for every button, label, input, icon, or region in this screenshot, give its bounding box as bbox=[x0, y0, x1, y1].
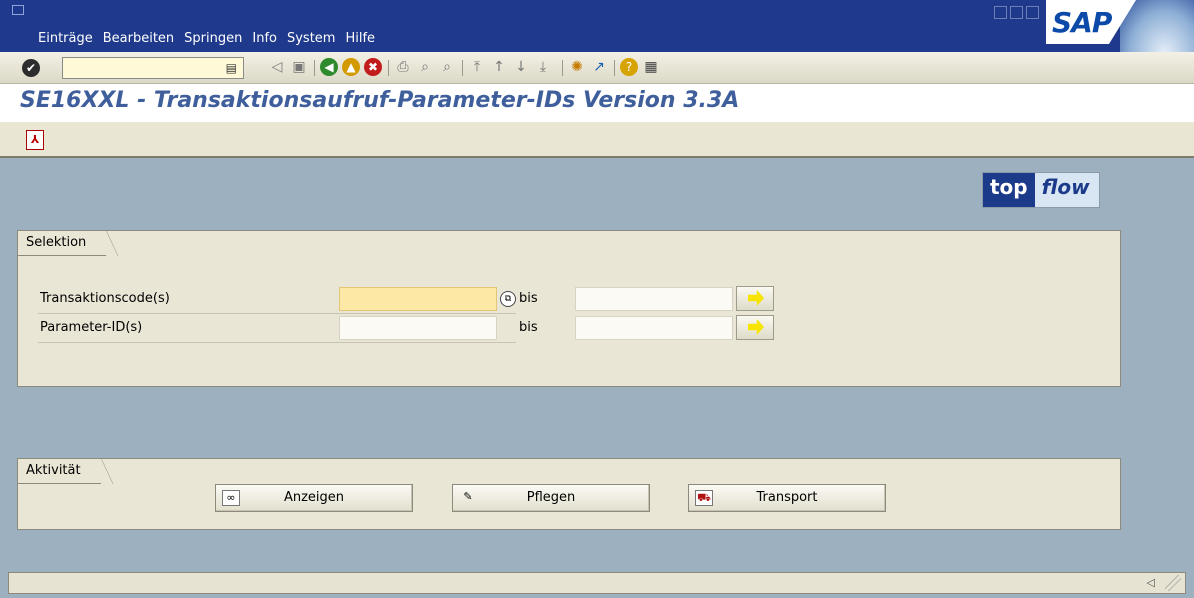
menu-hilfe[interactable]: Hilfe bbox=[345, 31, 375, 46]
toolbar-separator bbox=[614, 60, 615, 76]
menu-system[interactable]: System bbox=[287, 31, 335, 46]
menu-bearbeiten[interactable]: Bearbeiten bbox=[103, 31, 174, 46]
transaction-code-to-input[interactable] bbox=[576, 288, 732, 310]
menu-list: Einträge Bearbeiten Springen Info System… bbox=[38, 31, 385, 46]
arrow-right-icon bbox=[748, 319, 764, 335]
value-help-icon[interactable]: ⧉ bbox=[500, 291, 516, 307]
minimize-icon[interactable] bbox=[994, 6, 1007, 19]
status-expand-icon[interactable]: ◁ bbox=[1147, 576, 1155, 589]
selection-group: Selektion Transaktionscode(s) ⧉ bis Para… bbox=[17, 230, 1121, 387]
toolbar-group-6: ? ▦ bbox=[620, 58, 660, 76]
back-arrow-icon[interactable]: ◁ bbox=[268, 58, 286, 76]
pdf-icon[interactable]: ⅄ bbox=[26, 130, 44, 150]
parameter-id-bis-label: bis bbox=[519, 320, 538, 335]
activity-group-title: Aktivität bbox=[17, 458, 113, 484]
layout-icon[interactable]: ▦ bbox=[642, 58, 660, 76]
next-page-icon[interactable]: ↓ bbox=[512, 58, 530, 76]
page-title: SE16XXL - Transaktionsaufruf-Parameter-I… bbox=[20, 88, 740, 113]
cancel-icon[interactable]: ✖ bbox=[364, 58, 382, 76]
parameter-id-from-field[interactable] bbox=[339, 316, 497, 340]
first-page-icon[interactable]: ⤒ bbox=[468, 58, 486, 76]
window-controls bbox=[994, 6, 1039, 19]
command-field[interactable]: ▤ bbox=[62, 57, 244, 79]
menu-bar: Einträge Bearbeiten Springen Info System… bbox=[0, 0, 1194, 52]
topflow-logo: top flow bbox=[982, 172, 1100, 208]
application-toolbar: ⅄ bbox=[0, 122, 1194, 158]
enter-icon[interactable]: ✔ bbox=[22, 59, 40, 77]
find-next-icon[interactable]: ⌕ bbox=[438, 58, 456, 76]
save-icon[interactable]: ▣ bbox=[290, 58, 308, 76]
transaction-code-from-field[interactable] bbox=[339, 287, 497, 311]
parameter-id-label: Parameter-ID(s) bbox=[40, 320, 143, 335]
transaction-code-multiple-selection-button[interactable] bbox=[736, 286, 774, 311]
toolbar-group-3: ⎙ ⌕ ⌕ bbox=[394, 58, 456, 76]
transaction-code-to-field[interactable] bbox=[575, 287, 733, 311]
title-bar: SE16XXL - Transaktionsaufruf-Parameter-I… bbox=[0, 84, 1194, 122]
topflow-logo-flow: flow bbox=[1034, 173, 1099, 207]
maintain-button-label: Pflegen bbox=[526, 490, 576, 505]
resize-grip-icon[interactable] bbox=[1165, 575, 1181, 591]
toolbar-group-4: ⤒ ↑ ↓ ⤓ bbox=[468, 58, 552, 76]
parameter-id-to-input[interactable] bbox=[576, 317, 732, 339]
new-session-icon[interactable]: ✺ bbox=[568, 58, 586, 76]
toolbar-group-1: ◁ ▣ bbox=[268, 58, 308, 76]
display-button-label: Anzeigen bbox=[283, 490, 345, 505]
parameter-id-to-field[interactable] bbox=[575, 316, 733, 340]
menu-info[interactable]: Info bbox=[252, 31, 277, 46]
transport-button[interactable]: ⛟ Transport bbox=[688, 484, 886, 512]
find-icon[interactable]: ⌕ bbox=[416, 58, 434, 76]
transaction-code-label: Transaktionscode(s) bbox=[40, 291, 170, 306]
toolbar-group-2: ◀ ▲ ✖ bbox=[320, 58, 382, 76]
menu-springen[interactable]: Springen bbox=[184, 31, 242, 46]
exit-icon[interactable]: ▲ bbox=[342, 58, 360, 76]
status-bar: ◁ bbox=[8, 572, 1186, 594]
transport-button-label: Transport bbox=[756, 490, 818, 505]
back-icon[interactable]: ◀ bbox=[320, 58, 338, 76]
display-button[interactable]: ∞ Anzeigen bbox=[215, 484, 413, 512]
selection-group-title: Selektion bbox=[17, 230, 119, 256]
menu-eintraege[interactable]: Einträge bbox=[38, 31, 93, 46]
last-page-icon[interactable]: ⤓ bbox=[534, 58, 552, 76]
topflow-logo-top: top bbox=[983, 173, 1035, 207]
arrow-right-icon bbox=[748, 290, 764, 306]
sap-window: Einträge Bearbeiten Springen Info System… bbox=[0, 0, 1194, 598]
previous-page-icon[interactable]: ↑ bbox=[490, 58, 508, 76]
toolbar-separator bbox=[462, 60, 463, 76]
standard-toolbar: ✔ ▤ ◁ ▣ ◀ ▲ ✖ ⎙ ⌕ ⌕ ⤒ ↑ ↓ ⤓ ✺ ↗ ? ▦ bbox=[0, 52, 1194, 84]
toolbar-group-5: ✺ ↗ bbox=[568, 58, 608, 76]
close-icon[interactable] bbox=[1026, 6, 1039, 19]
command-input[interactable] bbox=[63, 58, 213, 78]
maintain-button[interactable]: ✎ Pflegen bbox=[452, 484, 650, 512]
transaction-code-from-input[interactable] bbox=[340, 288, 496, 310]
toolbar-separator bbox=[562, 60, 563, 76]
print-icon[interactable]: ⎙ bbox=[394, 58, 412, 76]
system-menu-icon[interactable] bbox=[12, 5, 24, 15]
sap-logo-text: SAP bbox=[1052, 6, 1112, 39]
help-icon[interactable]: ? bbox=[620, 58, 638, 76]
maximize-icon[interactable] bbox=[1010, 6, 1023, 19]
transaction-code-bis-label: bis bbox=[519, 291, 538, 306]
parameter-id-from-input[interactable] bbox=[340, 317, 496, 339]
activity-group: Aktivität ∞ Anzeigen ✎ Pflegen ⛟ Transpo… bbox=[17, 458, 1121, 530]
toolbar-separator bbox=[314, 60, 315, 76]
parameter-id-multiple-selection-button[interactable] bbox=[736, 315, 774, 340]
shortcut-icon[interactable]: ↗ bbox=[590, 58, 608, 76]
command-history-icon[interactable]: ▤ bbox=[226, 61, 237, 75]
toolbar-separator bbox=[388, 60, 389, 76]
